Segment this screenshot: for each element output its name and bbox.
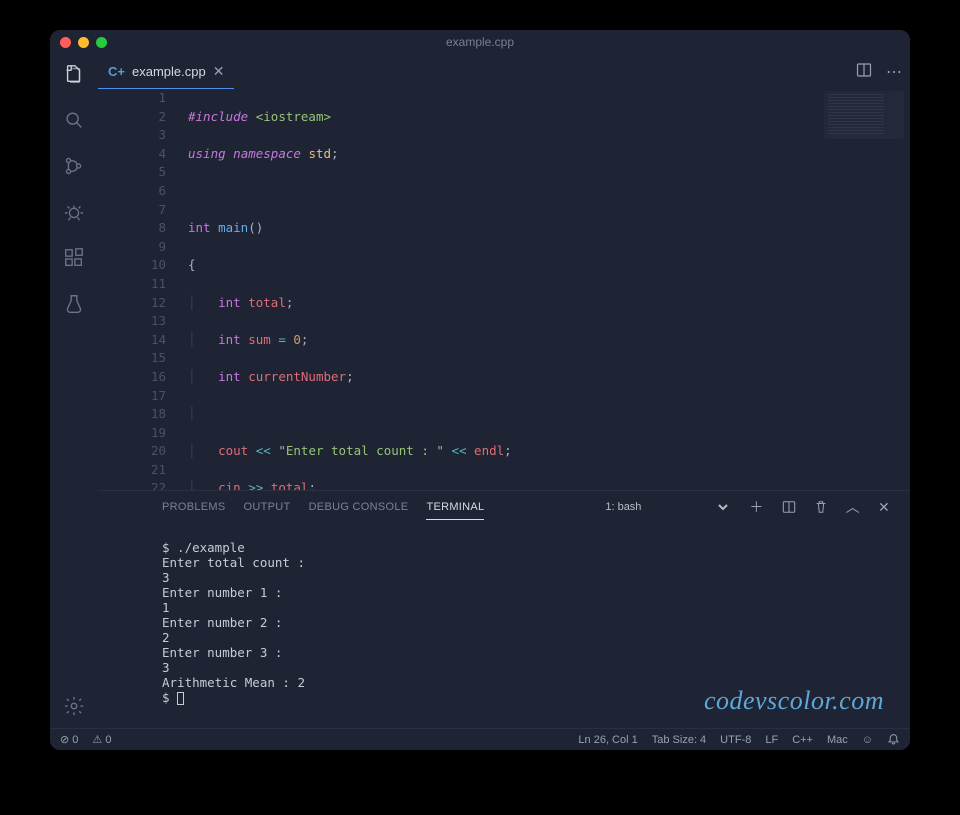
close-tab-icon[interactable]: ✕ [213,63,225,80]
more-actions-icon[interactable]: ⋯ [886,62,902,82]
code-content[interactable]: #include <iostream> using namespace std;… [188,89,910,490]
bell-icon[interactable] [887,733,900,746]
tab-example-cpp[interactable]: C+ example.cpp ✕ [98,54,234,89]
status-errors[interactable]: ⊘ 0 [60,733,78,746]
tab-terminal[interactable]: TERMINAL [426,501,484,520]
extensions-icon[interactable] [62,246,86,270]
settings-gear-icon[interactable] [62,694,86,718]
status-warnings[interactable]: ⚠ 0 [92,733,111,746]
terminal-select[interactable]: 1: bash [601,500,731,514]
main-area: C+ example.cpp ✕ ⋯ 123456789101112131415… [50,54,910,728]
search-icon[interactable] [62,108,86,132]
status-lncol[interactable]: Ln 26, Col 1 [578,734,637,746]
minimize-window-button[interactable] [78,37,89,48]
tab-problems[interactable]: PROBLEMS [162,501,226,513]
title-bar[interactable]: example.cpp [50,30,910,54]
maximize-panel-icon[interactable]: ︿ [846,497,860,517]
status-eol[interactable]: LF [765,734,778,746]
code-editor[interactable]: 1234567891011121314151617181920212223 #i… [98,89,910,490]
minimap[interactable] [824,91,904,139]
status-encoding[interactable]: UTF-8 [720,734,751,746]
kill-terminal-icon[interactable] [814,500,828,514]
split-terminal-icon[interactable] [782,500,796,514]
close-panel-icon[interactable]: ✕ [878,499,890,516]
tab-output[interactable]: OUTPUT [244,501,291,513]
source-control-icon[interactable] [62,154,86,178]
terminal-cursor [177,692,184,705]
tab-bar: C+ example.cpp ✕ ⋯ [98,54,910,89]
panel-tabs: PROBLEMS OUTPUT DEBUG CONSOLE TERMINAL 1… [98,491,910,523]
watermark: codevscolor.com [704,686,884,716]
feedback-icon[interactable]: ☺ [862,734,873,746]
cpp-file-icon: C+ [108,64,125,79]
tab-filename: example.cpp [132,64,206,79]
line-gutter: 1234567891011121314151617181920212223 [98,89,188,490]
editor-region: C+ example.cpp ✕ ⋯ 123456789101112131415… [98,54,910,728]
split-editor-icon[interactable] [856,62,872,82]
status-tabsize[interactable]: Tab Size: 4 [652,734,706,746]
debug-icon[interactable] [62,200,86,224]
status-os[interactable]: Mac [827,734,848,746]
close-window-button[interactable] [60,37,71,48]
editor-window: example.cpp [50,30,910,750]
window-title: example.cpp [446,35,514,49]
editor-actions: ⋯ [856,62,902,82]
new-terminal-icon[interactable]: ＋ [749,497,763,517]
window-controls [60,37,107,48]
tab-debug-console[interactable]: DEBUG CONSOLE [309,501,409,513]
maximize-window-button[interactable] [96,37,107,48]
explorer-icon[interactable] [62,62,86,86]
test-icon[interactable] [62,292,86,316]
activity-bar [50,54,98,728]
status-bar: ⊘ 0 ⚠ 0 Ln 26, Col 1 Tab Size: 4 UTF-8 L… [50,728,910,750]
status-language[interactable]: C++ [792,734,813,746]
